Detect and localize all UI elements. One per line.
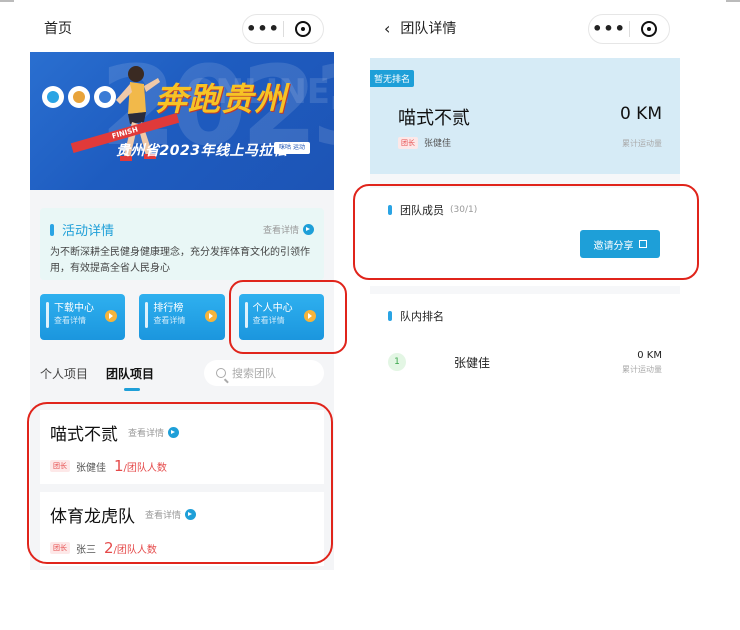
organizer-logo-2 bbox=[68, 86, 90, 108]
activity-title-wrap: 活动详情 bbox=[50, 220, 114, 239]
project-tabs: 个人项目 团队项目 搜索团队 bbox=[40, 358, 324, 391]
more-menu-icon[interactable]: ••• bbox=[589, 16, 629, 42]
home-navbar: 首页 ••• bbox=[30, 0, 334, 56]
rank-badge: 暂无排名 bbox=[370, 70, 415, 87]
page-title: 团队详情 bbox=[400, 21, 457, 37]
member-distance-label: 累计运动量 bbox=[622, 364, 662, 374]
ranking-row[interactable]: 1 张健佳 0 KM 累计运动量 bbox=[370, 342, 680, 382]
section-bar-icon bbox=[388, 311, 392, 321]
sponsor-logo: 咪咕 运动 bbox=[274, 142, 310, 154]
event-banner[interactable]: 2023 ONLINE FINISH 奔跑贵州 贵州省2023年线上马拉松 咪咕… bbox=[30, 52, 334, 190]
leader-tag: 团长 bbox=[398, 136, 418, 149]
rank-number: 1 bbox=[388, 353, 406, 371]
miniapp-capsule: ••• bbox=[242, 14, 324, 44]
target-icon bbox=[295, 21, 312, 37]
activity-description: 为不断深耕全民健身健康理念，充分发挥体育文化的引领作用，有效提高全省人民身心 bbox=[50, 247, 310, 274]
close-miniapp-button[interactable] bbox=[630, 21, 669, 37]
activity-title: 活动详情 bbox=[62, 224, 115, 239]
annotation-team-members bbox=[353, 184, 699, 280]
activity-more-link[interactable]: 查看详情 bbox=[263, 223, 314, 236]
team-distance: 0 KM bbox=[619, 104, 662, 124]
activity-card: 活动详情 查看详情 为不断深耕全民健身健康理念，充分发挥体育文化的引领作用，有效… bbox=[40, 208, 324, 280]
corner-mark-right bbox=[726, 0, 740, 2]
team-search-input[interactable]: 搜索团队 bbox=[204, 360, 324, 386]
corner-mark-left bbox=[0, 0, 14, 2]
download-center-button[interactable]: 下载中心 查看详情 bbox=[40, 294, 126, 340]
miniapp-capsule: ••• bbox=[588, 14, 670, 44]
banner-subtitle: 贵州省2023年线上马拉松 bbox=[116, 143, 288, 159]
organizer-logo-1 bbox=[42, 86, 64, 108]
arrow-right-icon bbox=[303, 224, 314, 235]
member-name: 张健佳 bbox=[454, 355, 491, 370]
annotation-team-list bbox=[27, 402, 333, 564]
team-summary: 暂无排名 喵式不贰 0 KM 团长 张健佳 累计运动量 bbox=[370, 58, 680, 174]
target-icon bbox=[641, 21, 658, 37]
back-arrow-icon[interactable]: ‹ bbox=[384, 19, 390, 38]
ranking-title: 队内排名 bbox=[400, 310, 444, 323]
member-distance: 0 KM bbox=[637, 349, 662, 361]
tab-personal-projects[interactable]: 个人项目 bbox=[40, 365, 88, 382]
team-leader: 张健佳 bbox=[424, 139, 452, 149]
team-name: 喵式不贰 bbox=[398, 108, 470, 129]
activity-more-label: 查看详情 bbox=[262, 226, 299, 236]
search-icon bbox=[216, 368, 226, 378]
team-ranking-section: 队内排名 bbox=[370, 294, 680, 324]
leaderboard-button[interactable]: 排行榜 查看详情 bbox=[139, 294, 225, 340]
tab-team-projects[interactable]: 团队项目 bbox=[106, 365, 154, 391]
annotation-personal-center bbox=[229, 280, 347, 354]
page-title: 首页 bbox=[44, 21, 72, 37]
detail-navbar: ‹ 团队详情 ••• bbox=[370, 0, 680, 56]
close-miniapp-button[interactable] bbox=[284, 21, 323, 37]
more-menu-icon[interactable]: ••• bbox=[243, 16, 283, 42]
banner-slogan: 奔跑贵州 bbox=[155, 80, 288, 118]
search-placeholder: 搜索团队 bbox=[232, 367, 276, 380]
distance-label: 累计运动量 bbox=[622, 139, 662, 148]
go-arrow-icon bbox=[204, 310, 217, 322]
section-bar-icon bbox=[50, 223, 54, 236]
